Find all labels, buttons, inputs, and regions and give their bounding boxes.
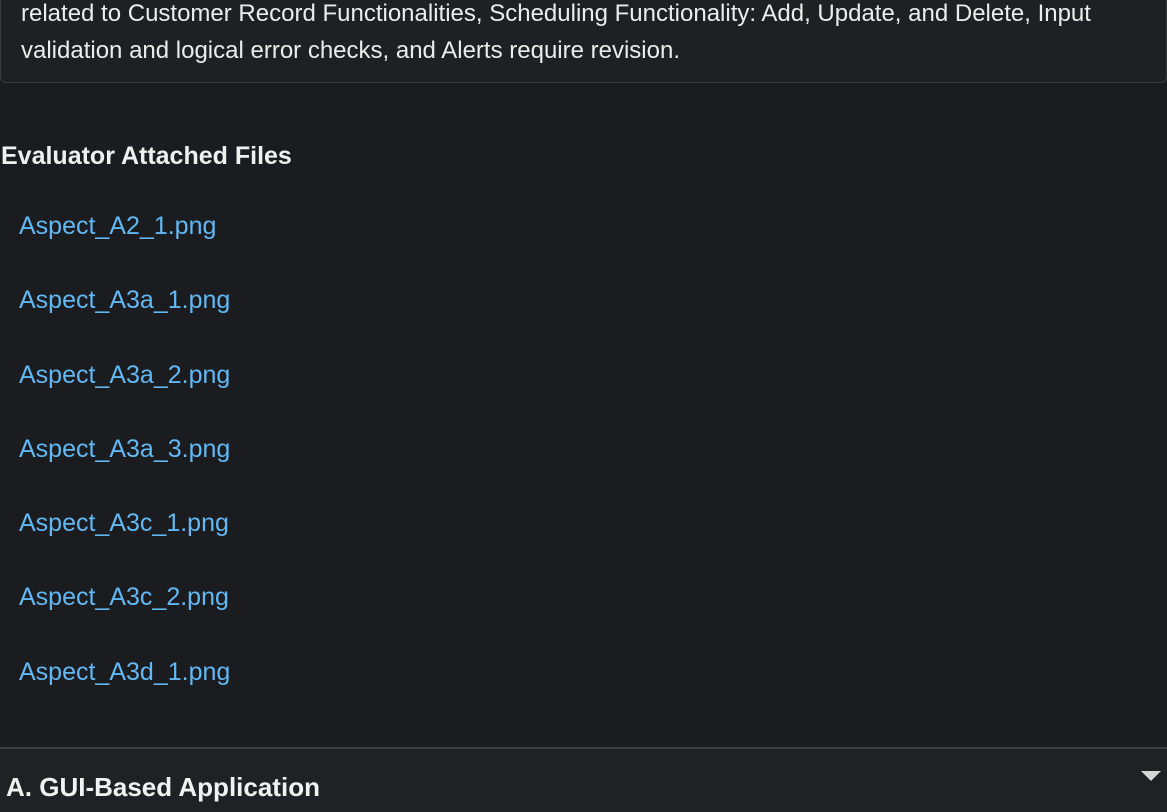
attached-file-link[interactable]: Aspect_A3c_1.png <box>19 504 229 542</box>
attached-file-link[interactable]: Aspect_A2_1.png <box>19 207 216 245</box>
evaluator-attached-files-title: Evaluator Attached Files <box>1 142 292 170</box>
assessment-feedback-page: related to Customer Record Functionaliti… <box>0 0 1167 812</box>
attached-file-item: Aspect_A3d_1.png <box>19 653 230 727</box>
attached-file-link[interactable]: Aspect_A3a_1.png <box>19 281 230 319</box>
attached-file-item: Aspect_A3a_3.png <box>19 430 230 504</box>
evaluator-comment-box: related to Customer Record Functionaliti… <box>0 0 1167 83</box>
attached-file-link[interactable]: Aspect_A3a_2.png <box>19 356 230 394</box>
attached-file-item: Aspect_A3a_2.png <box>19 356 230 430</box>
evaluator-comment-text: related to Customer Record Functionaliti… <box>21 0 1091 64</box>
gui-based-application-accordion[interactable]: A. GUI-Based Application <box>0 749 1167 812</box>
attached-file-link[interactable]: Aspect_A3a_3.png <box>19 430 230 468</box>
chevron-down-icon[interactable] <box>1141 771 1161 781</box>
attached-files-list: Aspect_A2_1.png Aspect_A3a_1.png Aspect_… <box>19 207 230 727</box>
gui-based-application-title: A. GUI-Based Application <box>6 772 320 802</box>
attached-file-link[interactable]: Aspect_A3d_1.png <box>19 653 230 691</box>
attached-file-item: Aspect_A3c_2.png <box>19 578 230 652</box>
attached-file-item: Aspect_A2_1.png <box>19 207 230 281</box>
attached-file-link[interactable]: Aspect_A3c_2.png <box>19 578 229 616</box>
attached-file-item: Aspect_A3a_1.png <box>19 281 230 355</box>
attached-file-item: Aspect_A3c_1.png <box>19 504 230 578</box>
